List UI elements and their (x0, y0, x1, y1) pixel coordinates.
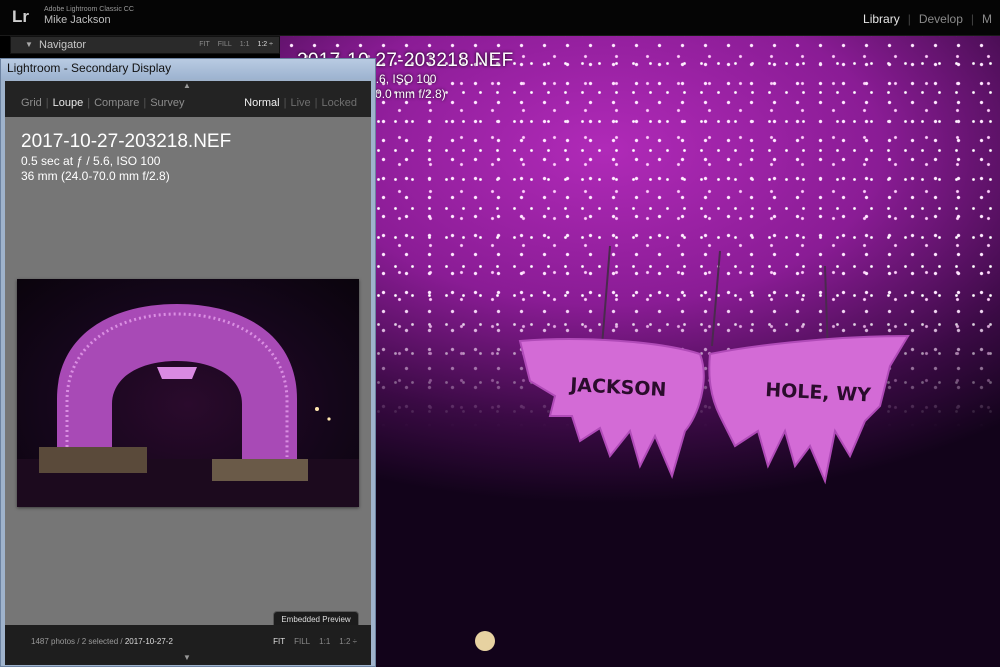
collapse-triangle-icon[interactable]: ▼ (25, 40, 33, 49)
navigator-title: Navigator (39, 39, 87, 51)
secondary-footer: 1487 photos / 2 selected / 2017-10-27-2 … (5, 625, 371, 665)
module-map[interactable]: M (974, 12, 1000, 26)
tab-normal[interactable]: Normal (240, 97, 283, 109)
secondary-lens: 36 mm (24.0-70.0 mm f/2.8) (21, 169, 170, 183)
top-bar: Lr Adobe Lightroom Classic CC Mike Jacks… (0, 0, 1000, 36)
tab-locked[interactable]: Locked (318, 97, 361, 109)
window-title[interactable]: Lightroom - Secondary Display (1, 59, 375, 79)
photo-count: 1487 photos / 2 selected / 2017-10-27-2 (31, 637, 173, 646)
loupe-view[interactable]: 2017-10-27-203218.NEF 0.5 sec at ƒ / 5.6… (5, 117, 371, 629)
lightroom-logo: Lr (12, 7, 29, 26)
main-photo[interactable]: JACKSON HOLE, WY (280, 36, 1000, 667)
tab-loupe[interactable]: Loupe (49, 97, 88, 109)
arch-shape (57, 304, 297, 459)
module-library[interactable]: Library (855, 12, 908, 26)
secondary-header: ▲ Grid | Loupe | Compare | Survey Normal… (5, 81, 371, 117)
distant-light (327, 417, 331, 421)
photo-preview[interactable] (17, 279, 359, 507)
zoom-1-2[interactable]: 1:2 ÷ (339, 637, 357, 646)
zoom-fill[interactable]: FILL (294, 637, 310, 646)
zoom-fit[interactable]: FIT (199, 41, 210, 48)
secondary-content: ▲ Grid | Loupe | Compare | Survey Normal… (5, 81, 371, 665)
planter-left (39, 447, 147, 473)
collapse-bottom-arrow-icon[interactable]: ▼ (183, 653, 191, 662)
current-filename[interactable]: 2017-10-27-2 (125, 637, 173, 646)
sign-left-antler (518, 338, 705, 479)
antler-arch-thumbnail (17, 304, 359, 507)
loupe-mode-tabs: Normal | Live | Locked (240, 97, 361, 109)
tab-live[interactable]: Live (286, 97, 314, 109)
photo-count-text: 1487 photos / 2 selected / (31, 637, 123, 646)
street-light (475, 631, 495, 651)
planter-right (212, 459, 308, 481)
view-mode-tabs: Grid | Loupe | Compare | Survey (17, 97, 188, 109)
collapse-top-arrow-icon[interactable]: ▲ (183, 81, 191, 90)
module-develop[interactable]: Develop (911, 12, 971, 26)
distant-light (315, 407, 319, 411)
zoom-1-2[interactable]: 1:2 ÷ (257, 41, 273, 48)
zoom-1-1[interactable]: 1:1 (319, 637, 330, 646)
footer-zoom-options: FIT FILL 1:1 1:2 ÷ (273, 637, 357, 646)
navigator-panel[interactable]: ▼ Navigator FIT FILL 1:1 1:2 ÷ (10, 36, 280, 54)
sign-right-antler (708, 334, 910, 485)
secondary-display-window: Lightroom - Secondary Display ▲ Grid | L… (0, 58, 376, 667)
tab-grid[interactable]: Grid (17, 97, 46, 109)
module-picker: Library | Develop | M (855, 12, 1000, 26)
app-name: Adobe Lightroom Classic CC (44, 6, 134, 13)
tab-compare[interactable]: Compare (90, 97, 143, 109)
secondary-filename: 2017-10-27-203218.NEF (21, 131, 232, 152)
navigator-zoom-options: FIT FILL 1:1 1:2 ÷ (199, 41, 273, 48)
secondary-exposure: 0.5 sec at ƒ / 5.6, ISO 100 (21, 154, 161, 168)
tab-survey[interactable]: Survey (146, 97, 188, 109)
zoom-fill[interactable]: FILL (218, 41, 232, 48)
chain-mid (711, 250, 721, 347)
user-name: Mike Jackson (44, 14, 111, 26)
arch-sign (157, 367, 197, 379)
chain-left (601, 245, 611, 347)
zoom-fit[interactable]: FIT (273, 637, 285, 646)
zoom-1-1[interactable]: 1:1 (240, 41, 250, 48)
antler-arch-image: JACKSON HOLE, WY (475, 245, 910, 651)
